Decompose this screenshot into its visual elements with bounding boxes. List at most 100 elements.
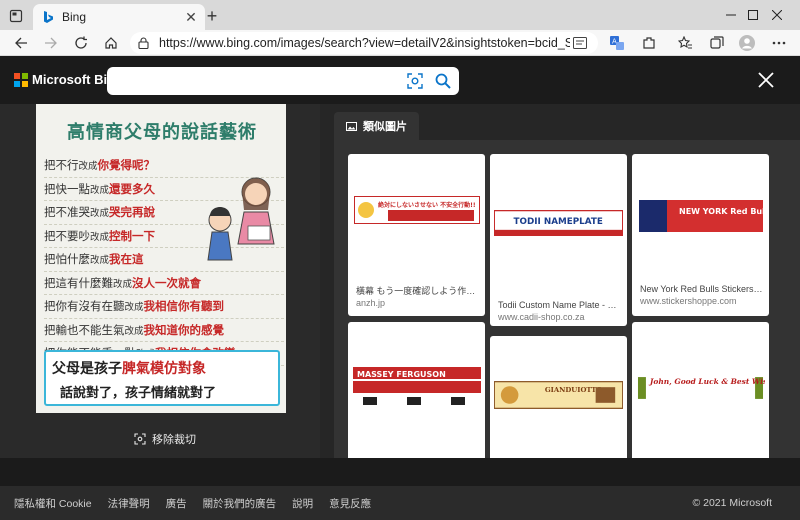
banner-graphic: 絶対にしないさせない 不安全行動!! (353, 196, 480, 224)
new-tab-button[interactable]: + (202, 6, 222, 26)
result-thumbnail-4: MASSEY FERGUSON (352, 326, 481, 448)
url-text: https://www.bing.com/images/search?view=… (159, 36, 570, 50)
similar-images-pane: 類似圖片 絶対にしないさせない 不安全行動!! 橫幕 もう一度確認しよう作業..… (320, 104, 800, 458)
bottom-band (0, 458, 800, 486)
collections-button[interactable] (704, 31, 730, 55)
visual-search-button[interactable] (405, 71, 425, 91)
infographic-line-mid: 改成 (90, 231, 110, 243)
infographic-line-mid: 改成 (113, 278, 133, 290)
infographic-line-mid: 改成 (90, 255, 110, 266)
close-window-icon (772, 10, 782, 20)
footer-link[interactable]: 說明 (292, 496, 313, 511)
refresh-button[interactable] (68, 31, 94, 55)
result-caption-1: 橫幕 もう一度確認しよう作業... (356, 286, 479, 296)
results-grid: 絶対にしないさせない 不安全行動!! 橫幕 もう一度確認しよう作業... anz… (334, 140, 800, 458)
tab-actions-icon (9, 9, 23, 23)
result-card-3[interactable]: NEW YORK Red Bulls New York Red Bulls St… (632, 154, 769, 316)
result-source-1: anzh.jp (356, 298, 386, 308)
footer-link[interactable]: 法律聲明 (108, 496, 150, 511)
massey-ferguson-graphic: MASSEY FERGUSON (352, 367, 481, 405)
footer: 隱私權和 Cookie 法律聲明 廣告 關於我們的廣告 說明 意見反應 © 2021 Mi… (0, 486, 800, 520)
result-card-4[interactable]: MASSEY FERGUSON (348, 322, 485, 458)
result-card-1[interactable]: 絶対にしないさせない 不安全行動!! 橫幕 もう一度確認しよう作業... anz… (348, 154, 485, 316)
settings-more-button[interactable] (766, 31, 792, 55)
result-thumb-text-1: 絶対にしないさせない 不安全行動!! (378, 201, 476, 209)
tab-bar: Bing ✕ + (0, 0, 800, 30)
result-thumbnail-6: John, Good Luck & Best Wishes for the Fu… (636, 326, 765, 448)
extension-button[interactable] (636, 31, 662, 55)
copyright: © 2021 Microsoft (692, 497, 772, 509)
result-thumb-text-2: TODII NAMEPLATE (514, 217, 603, 227)
remove-crop-label: 移除裁切 (152, 434, 196, 446)
infographic-title: 高情商父母的說話藝術 (67, 122, 257, 143)
tab-bing[interactable]: Bing ✕ (33, 4, 205, 30)
infographic-summary-box: 父母是孩子脾氣模仿對象 話說對了，孩子情緒就對了 (44, 350, 280, 406)
reader-view-icon (573, 37, 587, 49)
infographic-line-mid: 改成 (78, 161, 98, 172)
red-bulls-graphic: NEW YORK Red Bulls (638, 200, 763, 232)
result-thumbnail-2: TODII NAMEPLATE (494, 158, 623, 288)
footer-link[interactable]: 關於我們的廣告 (203, 496, 277, 511)
reader-view-button[interactable] (570, 33, 590, 53)
good-luck-banner-graphic: John, Good Luck & Best Wishes for the Fu… (636, 369, 765, 405)
navigation-bar: https://www.bing.com/images/search?view=… (0, 30, 800, 56)
back-button[interactable] (8, 31, 34, 55)
infographic-line-pre: 把不要吵 (44, 228, 90, 243)
lock-icon (138, 37, 149, 49)
result-source-3: www.stickershoppe.com (640, 296, 737, 306)
main-image[interactable]: 高情商父母的說話藝術 把不行改成你覺得呢？ 把快一點改成還要多久 把不准哭改成哭完再… (36, 104, 286, 413)
result-thumbnail-1: 絶対にしないさせない 不安全行動!! (352, 158, 481, 262)
address-bar[interactable]: https://www.bing.com/images/search?view=… (130, 32, 598, 54)
collections-icon (710, 36, 724, 49)
infographic-line-post: 哭完再說 (109, 205, 156, 219)
tab-actions-button[interactable] (4, 6, 28, 26)
crop-icon (134, 433, 146, 445)
infographic-line: 把輸也不能生氣改成我知道你的感覺 (44, 319, 284, 342)
result-thumb-text-5: GIANDUIOTTO (545, 386, 603, 394)
footer-link[interactable]: 意見反應 (329, 496, 371, 511)
result-card-2[interactable]: TODII NAMEPLATE Todii Custom Name Plate … (490, 154, 627, 326)
tab-close-icon[interactable]: ✕ (183, 9, 199, 25)
tab-similar-images[interactable]: 類似圖片 (334, 112, 419, 140)
infographic-line-pre: 把輸也不能生氣 (44, 322, 125, 337)
close-overlay-button[interactable] (754, 68, 778, 92)
microsoft-logo-icon (14, 73, 28, 87)
search-button[interactable] (433, 71, 453, 91)
infographic-line-pre: 把怕什麼 (44, 252, 90, 266)
favorites-button[interactable] (672, 31, 698, 55)
forward-arrow-icon (45, 37, 57, 49)
infographic-line-post: 你覺得呢？ (97, 158, 156, 172)
infographic-line-mid: 改成 (90, 184, 110, 196)
infographic-line-post: 我在這 (109, 252, 144, 266)
close-window-button[interactable] (754, 0, 800, 30)
forward-button[interactable] (38, 31, 64, 55)
translate-button[interactable]: A (604, 31, 630, 55)
result-thumb-text-4: MASSEY FERGUSON (357, 370, 446, 379)
infographic-line: 把這有什麼難改成沒人一次就會 (44, 272, 284, 295)
summary-line-1: 父母是孩子脾氣模仿對象 (52, 358, 206, 378)
summary-line-1a: 父母是孩子 (52, 361, 122, 377)
result-caption-2: Todii Custom Name Plate - Mic... (498, 300, 621, 310)
result-card-5[interactable]: GIANDUIOTTO (490, 336, 627, 458)
remove-crop-button[interactable]: 移除裁切 (134, 431, 196, 447)
infographic-line-post: 我相信你有聽到 (143, 299, 225, 313)
puzzle-icon (643, 37, 655, 49)
home-button[interactable] (98, 31, 124, 55)
footer-links: 隱私權和 Cookie 法律聲明 廣告 關於我們的廣告 說明 意見反應 (14, 496, 387, 511)
infographic-line-post: 控制一下 (109, 228, 156, 243)
result-card-6[interactable]: John, Good Luck & Best Wishes for the Fu… (632, 322, 769, 458)
footer-link[interactable]: 隱私權和 Cookie (14, 496, 92, 511)
search-input[interactable] (107, 67, 459, 95)
infographic-line-pre: 把不行 (44, 158, 79, 172)
result-caption-3: New York Red Bulls Stickers, D... (640, 284, 763, 294)
translate-icon: A (610, 36, 624, 50)
result-thumbnail-5: GIANDUIOTTO (494, 340, 623, 450)
back-arrow-icon (15, 37, 27, 49)
parent-child-illustration (207, 177, 275, 261)
footer-link[interactable]: 廣告 (166, 496, 187, 511)
search-icon (435, 73, 451, 89)
result-thumb-text-3: NEW YORK Red Bulls (679, 207, 763, 216)
similar-images-label: 類似圖片 (363, 121, 407, 133)
profile-button[interactable] (734, 31, 760, 55)
infographic-line-post: 我知道你的感覺 (143, 322, 225, 337)
